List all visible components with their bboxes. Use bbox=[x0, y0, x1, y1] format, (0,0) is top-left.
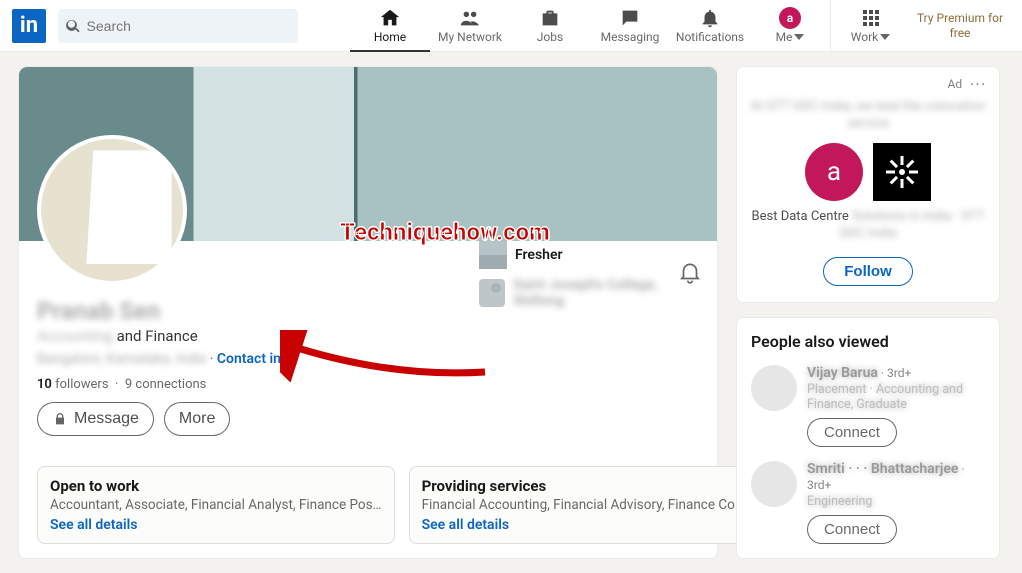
pav-title: People also viewed bbox=[751, 332, 985, 351]
search-input[interactable] bbox=[87, 18, 290, 34]
profile-headline: Accounting and Finance bbox=[37, 327, 699, 345]
nav-jobs[interactable]: Jobs bbox=[510, 0, 590, 52]
profile-card: Pranab Sen Accounting and Finance Bangal… bbox=[18, 66, 718, 559]
experience-summary: Fresher Saint Joseph's College, Shillong bbox=[479, 241, 699, 317]
caret-down-icon bbox=[880, 32, 890, 42]
ad-menu-icon[interactable]: ··· bbox=[970, 77, 987, 91]
nav-work[interactable]: Work bbox=[830, 0, 910, 52]
connect-button[interactable]: Connect bbox=[807, 515, 897, 544]
people-icon bbox=[459, 7, 481, 29]
education-item[interactable]: Saint Joseph's College, Shillong bbox=[479, 277, 699, 309]
me-avatar: a bbox=[779, 7, 801, 29]
avatar bbox=[751, 365, 797, 411]
company-icon bbox=[479, 241, 507, 269]
ad-title: Best Data Centre Solutions in India · ST… bbox=[749, 209, 987, 243]
cover-photo[interactable] bbox=[19, 67, 717, 241]
ad-tagline: At STT GDC India, we lead the colocation… bbox=[749, 99, 987, 133]
try-premium-link[interactable]: Try Premium for free bbox=[910, 11, 1010, 40]
ad-label: Ad bbox=[948, 77, 963, 91]
people-also-viewed-card: People also viewed Vijay Barua · 3rd+ Pl… bbox=[736, 317, 1000, 559]
ad-card: Ad ··· At STT GDC India, we lead the col… bbox=[736, 66, 1000, 303]
profile-stats: 10 followers · 9 connections bbox=[37, 377, 699, 392]
briefcase-icon bbox=[539, 7, 561, 29]
top-navbar: in Home My Network Jobs Messaging Notifi… bbox=[0, 0, 1022, 52]
search-icon bbox=[66, 18, 81, 34]
ad-company-logo bbox=[873, 143, 931, 201]
bell-icon bbox=[699, 7, 721, 29]
grid-icon bbox=[861, 8, 881, 28]
message-button[interactable]: Message bbox=[37, 402, 154, 436]
follow-button[interactable]: Follow bbox=[823, 257, 913, 286]
chat-icon bbox=[619, 7, 641, 29]
search-box[interactable] bbox=[58, 9, 298, 43]
nav-me[interactable]: a Me bbox=[750, 0, 830, 52]
providing-services-box[interactable]: Providing services Financial Accounting,… bbox=[409, 466, 757, 544]
connect-button[interactable]: Connect bbox=[807, 418, 897, 447]
pav-person[interactable]: Smriti · · · Bhattacharjee · 3rd+ Engine… bbox=[751, 461, 985, 544]
ad-avatar: a bbox=[805, 143, 863, 201]
more-button[interactable]: More bbox=[164, 402, 230, 436]
nav-network[interactable]: My Network bbox=[430, 0, 510, 52]
nav-items: Home My Network Jobs Messaging Notificat… bbox=[350, 0, 1010, 52]
home-icon bbox=[379, 7, 401, 29]
nav-home[interactable]: Home bbox=[350, 0, 430, 52]
avatar bbox=[751, 461, 797, 507]
contact-info-link[interactable]: Contact info bbox=[217, 351, 294, 367]
lock-icon bbox=[52, 411, 68, 427]
school-icon bbox=[479, 279, 505, 307]
pav-person[interactable]: Vijay Barua · 3rd+ Placement · Accountin… bbox=[751, 365, 985, 447]
profile-location-row: Bangalore, Karnataka, India · Contact in… bbox=[37, 351, 699, 367]
open-to-work-box[interactable]: Open to work Accountant, Associate, Fina… bbox=[37, 466, 395, 544]
experience-item[interactable]: Fresher bbox=[479, 241, 699, 269]
caret-down-icon bbox=[794, 32, 804, 42]
nav-notifications[interactable]: Notifications bbox=[670, 0, 750, 52]
linkedin-logo[interactable]: in bbox=[12, 9, 46, 43]
nav-messaging[interactable]: Messaging bbox=[590, 0, 670, 52]
